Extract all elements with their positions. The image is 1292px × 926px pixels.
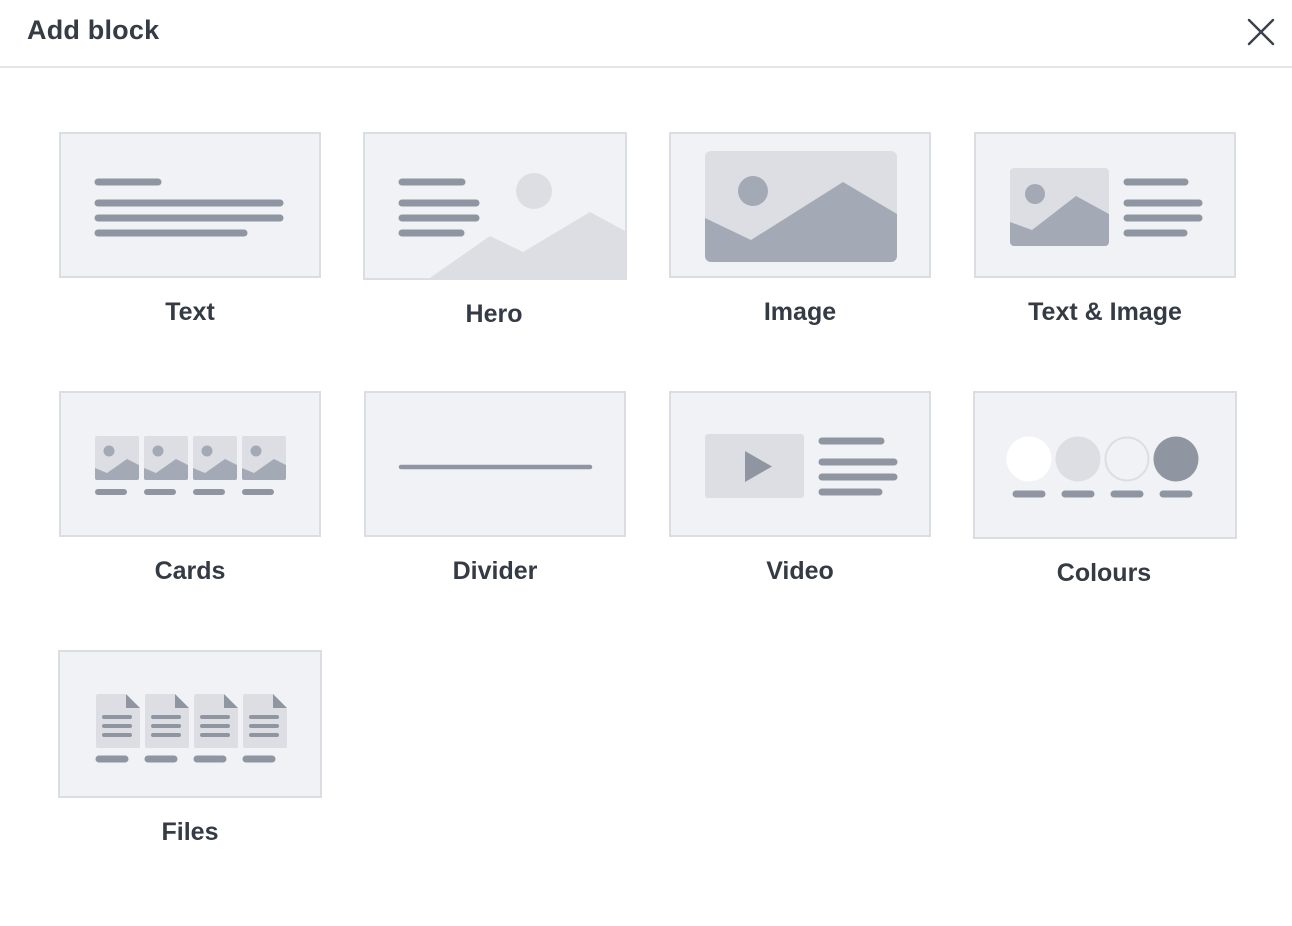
image-block-icon (705, 151, 897, 262)
video-block-icon (705, 434, 898, 498)
block-thumbnail (974, 132, 1236, 278)
block-thumbnail (669, 391, 931, 537)
block-thumbnail (59, 391, 321, 537)
block-thumbnail (364, 391, 626, 537)
block-label: Hero (465, 300, 523, 328)
block-thumbnail (59, 132, 321, 278)
block-label: Text (165, 298, 215, 326)
block-thumbnail (58, 650, 322, 798)
block-label: Text & Image (1028, 298, 1182, 326)
block-option-colours[interactable]: Colours (973, 391, 1239, 601)
files-block-icon (95, 694, 287, 763)
text-image-block-icon (1010, 168, 1203, 246)
block-option-divider[interactable]: Divider (364, 391, 630, 601)
close-button[interactable] (1242, 14, 1280, 52)
block-option-text-image[interactable]: Text & Image (974, 132, 1240, 342)
block-option-image[interactable]: Image (669, 132, 935, 342)
block-label: Files (161, 818, 219, 846)
block-thumbnail (973, 391, 1237, 539)
block-label: Cards (154, 557, 226, 585)
block-label: Colours (1056, 559, 1152, 587)
block-thumbnail (669, 132, 931, 278)
cards-block-icon (95, 436, 286, 495)
block-thumbnail (363, 132, 627, 280)
dialog-title: Add block (27, 15, 160, 45)
dialog-header: Add block (0, 0, 1292, 68)
hero-block-icon (398, 173, 627, 280)
block-option-files[interactable]: Files (58, 650, 324, 860)
close-icon (1247, 18, 1275, 46)
block-option-video[interactable]: Video (669, 391, 935, 601)
divider-block-icon (398, 464, 593, 470)
block-option-text[interactable]: Text (59, 132, 325, 342)
colours-block-icon (1006, 436, 1199, 498)
block-label: Divider (452, 557, 538, 585)
text-block-icon (94, 178, 284, 237)
block-option-hero[interactable]: Hero (363, 132, 629, 342)
block-option-cards[interactable]: Cards (59, 391, 325, 601)
block-label: Image (763, 298, 837, 326)
block-label: Video (766, 557, 834, 585)
